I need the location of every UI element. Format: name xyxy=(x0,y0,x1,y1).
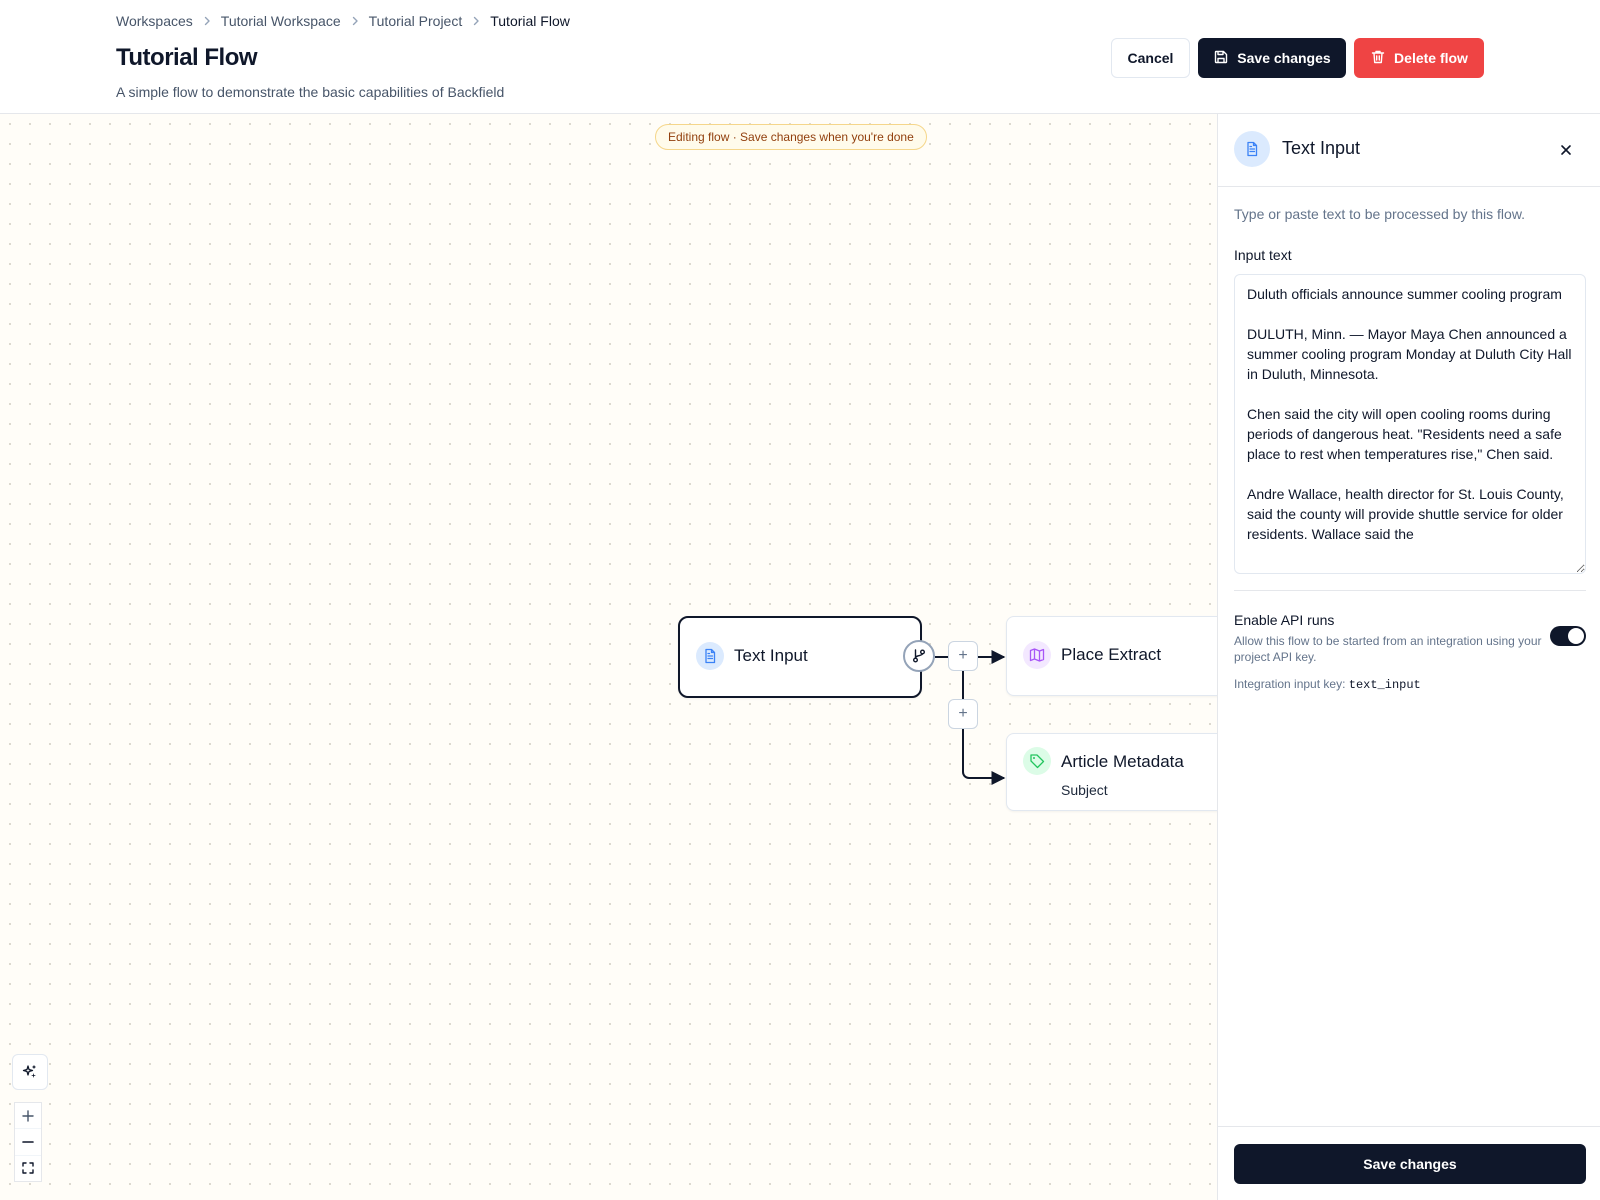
page-subtitle: A simple flow to demonstrate the basic c… xyxy=(116,84,505,100)
node-subtitle: Subject xyxy=(1061,782,1108,798)
page-header: Workspaces Tutorial Workspace Tutorial P… xyxy=(0,0,1600,114)
breadcrumb-workspace[interactable]: Tutorial Workspace xyxy=(221,13,341,29)
map-icon xyxy=(1023,641,1051,669)
fit-view-icon[interactable] xyxy=(15,1156,41,1181)
cancel-button-label: Cancel xyxy=(1127,50,1174,66)
input-text-label: Input text xyxy=(1234,247,1292,263)
add-node-button[interactable]: + xyxy=(948,641,978,671)
integration-input-key-value: text_input xyxy=(1348,678,1421,692)
flow-canvas[interactable]: Editing flow · Save changes when you're … xyxy=(0,114,1217,1200)
editing-banner: Editing flow · Save changes when you're … xyxy=(655,124,927,150)
panel-save-changes-button[interactable]: Save changes xyxy=(1234,1144,1586,1184)
node-article-metadata[interactable]: Article Metadata Subject xyxy=(1006,733,1217,811)
panel-title: Text Input xyxy=(1282,138,1361,158)
input-text-field[interactable]: Duluth officials announce summer cooling… xyxy=(1234,274,1586,574)
panel-save-changes-label: Save changes xyxy=(1363,1156,1457,1172)
enable-api-runs-description: Allow this flow to be started from an in… xyxy=(1234,634,1542,664)
node-place-extract[interactable]: Place Extract xyxy=(1006,616,1217,696)
panel-header: Text Input xyxy=(1218,114,1600,187)
integration-input-key: Integration input key: text_input xyxy=(1234,677,1421,692)
zoom-controls xyxy=(14,1102,42,1182)
chevron-right-icon xyxy=(462,15,490,27)
save-changes-button-label: Save changes xyxy=(1237,50,1331,66)
node-title: Article Metadata xyxy=(1061,752,1184,771)
panel-footer: Save changes xyxy=(1218,1126,1600,1200)
panel-description: Type or paste text to be processed by th… xyxy=(1234,206,1526,222)
document-icon xyxy=(696,642,724,670)
divider xyxy=(1234,590,1586,591)
enable-api-runs-label: Enable API runs xyxy=(1234,612,1335,628)
delete-flow-button-label: Delete flow xyxy=(1394,50,1468,66)
trash-icon xyxy=(1370,49,1386,68)
sparkles-icon[interactable] xyxy=(12,1054,48,1090)
add-node-button[interactable]: + xyxy=(948,699,978,729)
save-changes-button[interactable]: Save changes xyxy=(1198,38,1346,78)
zoom-out-icon[interactable] xyxy=(15,1129,41,1156)
enable-api-runs-toggle[interactable] xyxy=(1550,626,1586,646)
node-title: Place Extract xyxy=(1061,645,1162,664)
zoom-in-icon[interactable] xyxy=(15,1103,41,1130)
integration-input-key-label: Integration input key: xyxy=(1234,677,1346,691)
document-icon xyxy=(1234,131,1270,167)
chevron-right-icon xyxy=(341,15,369,27)
toggle-knob xyxy=(1568,628,1584,644)
breadcrumb-current: Tutorial Flow xyxy=(490,13,570,29)
tag-icon xyxy=(1023,747,1051,775)
node-text-input[interactable]: Text Input xyxy=(678,616,922,698)
branch-icon[interactable] xyxy=(903,640,935,672)
breadcrumb-project[interactable]: Tutorial Project xyxy=(369,13,463,29)
chevron-right-icon xyxy=(193,15,221,27)
delete-flow-button[interactable]: Delete flow xyxy=(1354,38,1484,78)
save-icon xyxy=(1213,49,1229,68)
breadcrumb-workspaces[interactable]: Workspaces xyxy=(116,13,193,29)
node-settings-panel: Text Input Type or paste text to be proc… xyxy=(1217,114,1600,1200)
node-title: Text Input xyxy=(734,646,808,665)
page-title: Tutorial Flow xyxy=(116,44,258,71)
close-icon[interactable] xyxy=(1554,138,1578,162)
cancel-button[interactable]: Cancel xyxy=(1111,38,1190,78)
breadcrumb: Workspaces Tutorial Workspace Tutorial P… xyxy=(116,13,570,29)
